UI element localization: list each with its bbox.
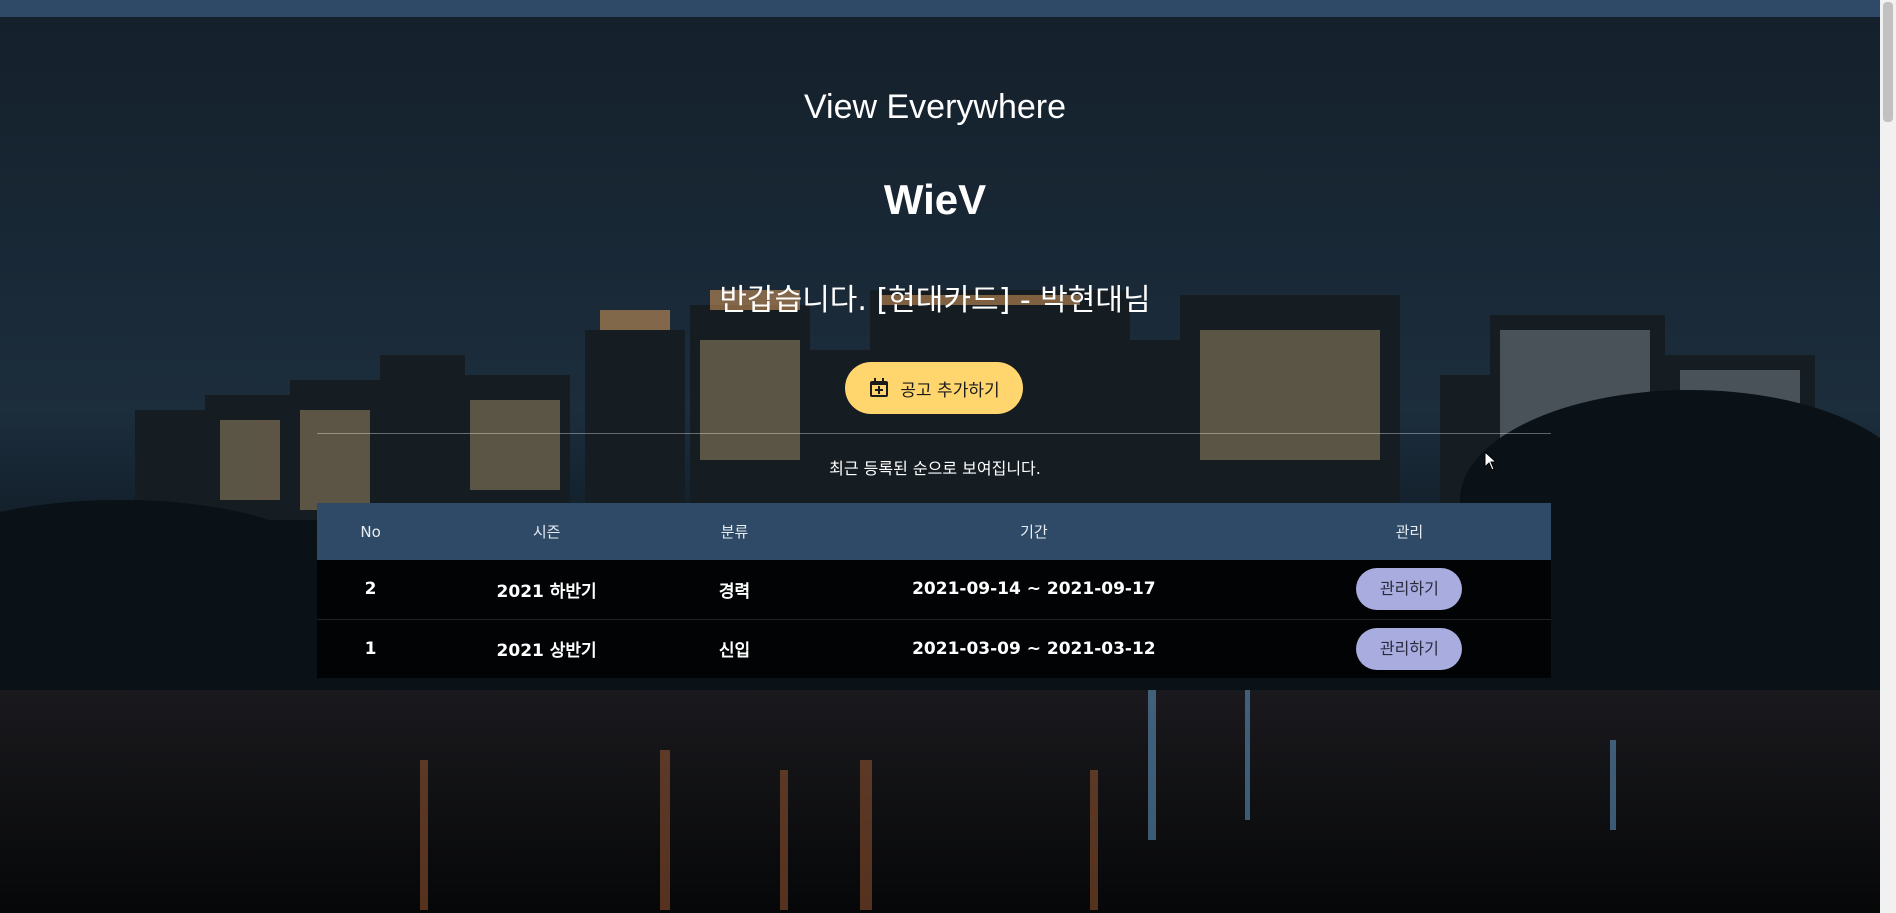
column-header-period: 기간 bbox=[1020, 523, 1048, 541]
column-header-manage: 관리 bbox=[1395, 523, 1424, 541]
sort-notice: 최근 등록된 순으로 보여집니다. bbox=[829, 459, 1041, 478]
page: View Everywhere WieV 반갑습니다. [현대카드] - 박현대… bbox=[0, 0, 1896, 913]
table-header-row: No 시즌 분류 기간 관리 bbox=[317, 503, 1551, 560]
manage-button[interactable]: 관리하기 bbox=[1356, 627, 1463, 670]
brand-title: WieV bbox=[883, 176, 987, 223]
user-greeting: 반갑습니다. [현대카드] - 박현대님 bbox=[719, 283, 1151, 318]
column-header-type: 분류 bbox=[720, 523, 749, 541]
manage-button[interactable]: 관리하기 bbox=[1356, 568, 1463, 611]
mouse-cursor-icon bbox=[1484, 451, 1498, 471]
scrollbar-thumb[interactable] bbox=[1883, 2, 1893, 122]
cell-period: 2021-03-09 ~ 2021-03-12 bbox=[799, 618, 1268, 678]
cell-manage: 관리하기 bbox=[1268, 560, 1551, 619]
add-posting-button[interactable]: 공고 추가하기 bbox=[845, 362, 1023, 414]
main-content: View Everywhere WieV 반갑습니다. [현대카드] - 박현대… bbox=[0, 0, 1880, 913]
page-subtitle: View Everywhere bbox=[803, 88, 1067, 126]
column-header-no: No bbox=[360, 522, 381, 541]
cell-no: 1 bbox=[317, 618, 425, 678]
cell-period: 2021-09-14 ~ 2021-09-17 bbox=[912, 579, 1156, 600]
cell-type: 신입 bbox=[669, 618, 800, 678]
table-row: 1 2021 상반기 신입 2021-03-09 ~ 2021-03-12 관리… bbox=[317, 618, 1551, 678]
cell-season: 2021 상반기 bbox=[424, 618, 670, 678]
cell-no: 2 bbox=[364, 579, 377, 600]
table-row: 2 2021 하반기 경력 2021-09-14 ~ 2021-09-17 관리… bbox=[317, 560, 1551, 619]
add-posting-label: 공고 추가하기 bbox=[900, 380, 1000, 401]
vertical-scrollbar[interactable] bbox=[1880, 0, 1896, 913]
cell-manage: 관리하기 bbox=[1267, 618, 1551, 678]
divider bbox=[317, 433, 1551, 434]
cell-type: 경력 bbox=[718, 581, 751, 602]
column-header-season: 시즌 bbox=[532, 523, 561, 541]
calendar-plus-icon bbox=[868, 377, 890, 399]
postings-table: No 시즌 분류 기간 관리 2 2021 하반기 경력 2021-09-14 … bbox=[317, 503, 1551, 678]
postings-table-container: No 시즌 분류 기간 관리 2 2021 하반기 경력 2021-09-14 … bbox=[317, 503, 1551, 678]
cell-season: 2021 하반기 bbox=[496, 581, 597, 602]
